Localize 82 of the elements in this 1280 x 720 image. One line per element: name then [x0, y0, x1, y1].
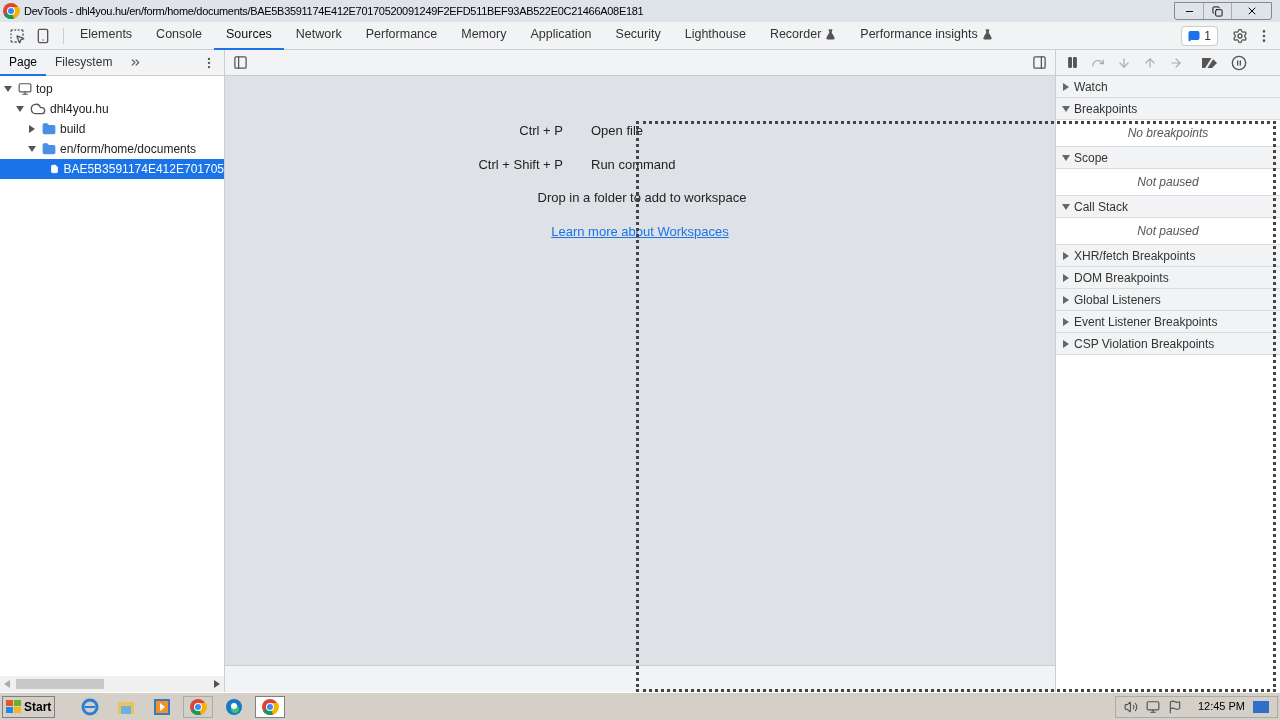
taskbar-app[interactable] — [183, 695, 214, 718]
expand-arrow-icon — [1062, 153, 1070, 162]
expand-arrow-icon — [1062, 82, 1070, 91]
triangle-icon — [4, 85, 12, 93]
section-header[interactable]: CSP Violation Breakpoints — [1056, 333, 1280, 355]
horizontal-scrollbar[interactable] — [0, 676, 224, 692]
cloud-icon — [30, 101, 46, 117]
expand-arrow-icon — [1062, 317, 1070, 326]
flask-icon — [981, 29, 993, 40]
restore-icon — [1212, 5, 1223, 17]
expand-arrow-icon — [1062, 104, 1070, 113]
panel-tab[interactable]: Lighthouse — [672, 21, 758, 50]
device-icon[interactable] — [35, 27, 51, 44]
triangle-icon — [28, 125, 36, 133]
panel-tab[interactable]: Network — [283, 21, 354, 50]
tree-item[interactable]: build — [0, 119, 224, 139]
start-button[interactable]: Start — [2, 695, 56, 718]
pause-icon[interactable] — [1066, 56, 1079, 69]
media-player-icon — [153, 697, 172, 716]
taskbar-app[interactable] — [255, 695, 286, 718]
tree-item[interactable]: BAE5B3591174E412E701705 — [0, 159, 224, 179]
panel-tab[interactable]: Recorder — [757, 21, 849, 50]
expand-arrow-icon[interactable] — [28, 145, 38, 153]
flask-icon — [825, 29, 837, 40]
section-header[interactable]: DOM Breakpoints — [1056, 267, 1280, 289]
flag-icon[interactable] — [1167, 699, 1182, 714]
navigator-tab[interactable]: Filesystem — [46, 49, 122, 76]
expand-arrow-icon — [1062, 251, 1070, 260]
panel-tab[interactable]: Memory — [449, 21, 519, 50]
section-header[interactable]: Call Stack — [1056, 196, 1280, 218]
toggle-debugger-icon[interactable] — [1032, 55, 1047, 70]
tree-item[interactable]: top — [0, 79, 224, 99]
expand-arrow-icon — [1062, 339, 1070, 348]
settings-icon[interactable] — [1232, 27, 1248, 44]
browser-e-icon — [81, 697, 100, 716]
chrome-icon — [261, 697, 280, 716]
window-title: DevTools - dhl4you.hu/en/form/home/documents/BAE5B3591174E412E70170520091249F2EFD511BEF93AB522E0C21466A08E181 — [24, 3, 644, 19]
section-header[interactable]: Watch — [1056, 76, 1280, 98]
section-header[interactable]: Breakpoints — [1056, 98, 1280, 120]
triangle-icon — [16, 105, 24, 113]
folder-icon — [42, 142, 56, 156]
pause-on-exceptions-icon[interactable] — [1231, 54, 1247, 71]
expand-arrow-icon — [1062, 273, 1070, 282]
tree-item[interactable]: dhl4you.hu — [0, 99, 224, 119]
section-header[interactable]: XHR/fetch Breakpoints — [1056, 245, 1280, 267]
shortcut-action: Run command — [591, 155, 676, 174]
deactivate-breakpoints-icon[interactable] — [1201, 55, 1219, 70]
chrome-icon — [2, 2, 20, 20]
panel-tab[interactable]: Console — [144, 21, 214, 50]
clock: 12:45 PM — [1197, 699, 1245, 715]
section-header[interactable]: Event Listener Breakpoints — [1056, 311, 1280, 333]
panel-tab[interactable]: Performance — [353, 21, 450, 50]
expand-arrow-icon[interactable] — [16, 105, 26, 113]
panel-tab[interactable]: Application — [518, 21, 604, 50]
issues-button[interactable]: 1 — [1181, 25, 1218, 46]
drop-hint: Drop in a folder to add to workspace — [537, 189, 747, 207]
tree-item[interactable]: en/form/home/documents — [0, 139, 224, 159]
volume-icon[interactable] — [1123, 699, 1138, 714]
triangle-icon — [28, 145, 36, 153]
desktop-icon[interactable] — [1253, 700, 1269, 713]
message-icon — [1188, 29, 1201, 42]
edge-icon — [225, 697, 244, 716]
shortcut-keys: Ctrl + P — [478, 121, 563, 141]
panel-tab[interactable]: Security — [603, 21, 673, 50]
chrome-icon — [189, 697, 208, 716]
expand-arrow-icon[interactable] — [4, 85, 14, 93]
network-icon[interactable] — [1145, 699, 1160, 714]
folder-icon — [42, 122, 56, 136]
section-header[interactable]: Global Listeners — [1056, 289, 1280, 311]
expand-arrow-icon — [1062, 295, 1070, 304]
panel-tab[interactable]: Elements — [68, 21, 145, 50]
section-header[interactable]: Scope — [1056, 147, 1280, 169]
workspaces-link[interactable]: Learn more about Workspaces — [551, 221, 729, 241]
shortcut-keys: Ctrl + Shift + P — [478, 154, 563, 174]
windows-logo-icon — [6, 699, 22, 714]
scroll-right-icon[interactable] — [214, 680, 220, 688]
frame-icon — [18, 82, 32, 96]
file-icon — [50, 162, 60, 176]
expand-arrow-icon — [1062, 202, 1070, 211]
toggle-navigator-icon[interactable] — [233, 55, 248, 70]
inspect-icon[interactable] — [9, 27, 25, 44]
panel-tab[interactable]: Performance insights — [848, 21, 1005, 50]
